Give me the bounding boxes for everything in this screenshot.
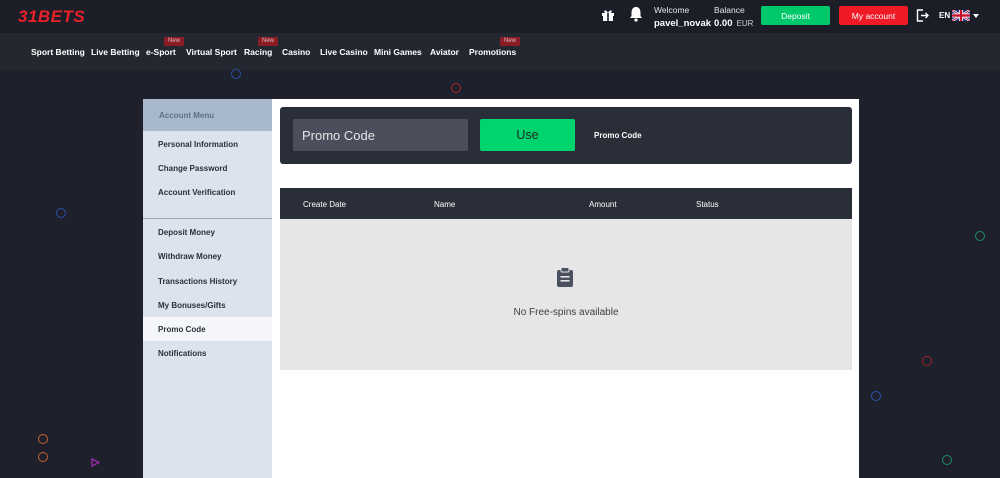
- top-bar: 31BETS Welcome pavel_novak Balance 0.00 E…: [0, 0, 1000, 33]
- logout-icon[interactable]: [916, 9, 929, 22]
- sidebar-divider: [143, 218, 272, 219]
- account-sidebar: Account Menu Personal Information Change…: [143, 99, 272, 478]
- nav-aviator[interactable]: Aviator: [430, 47, 459, 57]
- ball-icon: [975, 231, 985, 241]
- clipboard-icon: [557, 267, 573, 287]
- promo-code-label: Promo Code: [594, 131, 642, 140]
- nav-virtual-sport[interactable]: Virtual Sport: [186, 47, 237, 57]
- welcome-block: Welcome pavel_novak: [654, 5, 711, 29]
- column-name: Name: [434, 200, 456, 209]
- balance-value: 0.00: [714, 18, 733, 29]
- free-spins-table-header: Create Date Name Amount Status: [280, 188, 852, 219]
- play-icon: [91, 458, 100, 467]
- empty-state-message: No Free-spins available: [513, 307, 619, 318]
- promo-code-input[interactable]: [293, 119, 468, 151]
- ball-icon: [942, 455, 952, 465]
- my-account-button[interactable]: My account: [839, 6, 908, 25]
- basketball-icon: [38, 434, 48, 444]
- sidebar-item-deposit-money[interactable]: Deposit Money: [143, 220, 272, 244]
- new-badge-esport: New: [164, 37, 185, 46]
- balance-currency: EUR: [736, 19, 754, 28]
- bell-icon[interactable]: [628, 6, 644, 22]
- new-badge-racing: New: [258, 37, 279, 46]
- column-amount: Amount: [589, 200, 617, 209]
- sidebar-item-personal-information[interactable]: Personal Information: [143, 132, 272, 156]
- ball-icon: [451, 83, 461, 93]
- uk-flag-icon[interactable]: [952, 10, 970, 21]
- account-menu-title: Account Menu: [143, 99, 272, 131]
- site-logo[interactable]: 31BETS: [18, 7, 85, 26]
- gift-icon[interactable]: [601, 8, 615, 22]
- free-spins-table-body: No Free-spins available: [280, 219, 852, 370]
- deposit-button[interactable]: Deposit: [761, 6, 830, 25]
- nav-mini-games[interactable]: Mini Games: [374, 47, 422, 57]
- sidebar-item-notifications[interactable]: Notifications: [143, 341, 272, 365]
- nav-sport-betting[interactable]: Sport Betting: [31, 47, 85, 57]
- nav-live-casino[interactable]: Live Casino: [320, 47, 368, 57]
- account-panel: Account Menu Personal Information Change…: [143, 99, 859, 478]
- column-status: Status: [696, 200, 719, 209]
- sidebar-item-account-verification[interactable]: Account Verification: [143, 180, 272, 204]
- ball-icon: [231, 69, 241, 79]
- balance-block: Balance 0.00 EUR: [714, 5, 753, 29]
- language-code[interactable]: EN: [939, 11, 950, 20]
- main-nav: Sport Betting Live Betting New e-Sport V…: [0, 33, 1000, 70]
- ball-icon: [871, 391, 881, 401]
- promo-code-bar: Use Promo Code: [280, 107, 852, 164]
- ball-icon: [56, 208, 66, 218]
- sidebar-item-withdraw-money[interactable]: Withdraw Money: [143, 244, 272, 268]
- ball-icon: [922, 356, 932, 366]
- nav-racing[interactable]: Racing: [244, 47, 272, 57]
- welcome-label: Welcome: [654, 5, 690, 15]
- use-promo-button[interactable]: Use: [480, 119, 575, 151]
- nav-esport[interactable]: e-Sport: [146, 47, 176, 57]
- sidebar-item-transactions-history[interactable]: Transactions History: [143, 269, 272, 293]
- balance-label: Balance: [714, 5, 745, 15]
- username: pavel_novak: [654, 18, 712, 29]
- nav-casino[interactable]: Casino: [282, 47, 310, 57]
- sidebar-item-my-bonuses-gifts[interactable]: My Bonuses/Gifts: [143, 293, 272, 317]
- chevron-down-icon[interactable]: [973, 14, 979, 18]
- nav-promotions[interactable]: Promotions: [469, 47, 516, 57]
- new-badge-promotions: New: [500, 37, 521, 46]
- sidebar-item-promo-code[interactable]: Promo Code: [143, 317, 272, 341]
- basketball-icon: [38, 452, 48, 462]
- column-create-date: Create Date: [303, 200, 347, 209]
- sidebar-item-change-password[interactable]: Change Password: [143, 156, 272, 180]
- nav-live-betting[interactable]: Live Betting: [91, 47, 140, 57]
